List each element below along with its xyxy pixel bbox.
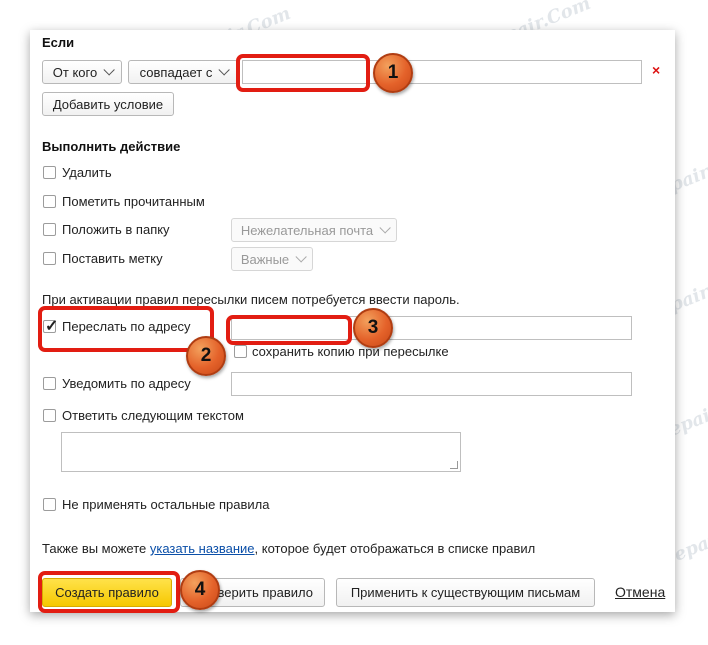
step-badge-1: 1 [373,53,413,93]
highlight-forward-address [226,315,352,345]
condition-operator-select[interactable]: совпадает с [128,60,238,84]
move-folder-checkbox[interactable] [43,223,56,236]
reply-label: Ответить следующим текстом [62,408,244,423]
step-badge-4: 4 [180,570,220,610]
notify-label: Уведомить по адресу [62,376,191,391]
chevron-down-icon [295,251,307,263]
folder-select[interactable]: Нежелательная почта [231,218,397,242]
forwarding-password-notice: При активации правил пересылки писем пот… [42,292,460,307]
rule-name-hint-suffix: , которое будет отображаться в списке пр… [254,541,536,556]
set-tag-label: Поставить метку [62,251,163,266]
set-tag-checkbox[interactable] [43,252,56,265]
set-name-link[interactable]: указать название [150,541,255,556]
no-other-rules-label: Не применять остальные правила [62,497,270,512]
highlight-forward-checkbox [38,306,214,352]
delete-checkbox[interactable] [43,166,56,179]
reply-textarea[interactable] [61,432,461,472]
step-badge-3: 3 [353,308,393,348]
notify-address-input[interactable] [231,372,632,396]
folder-select-value: Нежелательная почта [240,222,374,238]
notify-checkbox[interactable] [43,377,56,390]
cancel-link[interactable]: Отмена [615,584,665,600]
rule-name-hint: Также вы можете указать название, которо… [42,541,535,556]
condition-operator-value: совпадает с [139,64,213,80]
move-folder-label: Положить в папку [62,222,170,237]
highlight-condition-input [236,54,370,92]
resize-handle-icon[interactable] [450,461,458,469]
delete-label: Удалить [62,165,112,180]
remove-condition-icon[interactable]: × [652,62,660,78]
reply-checkbox[interactable] [43,409,56,422]
condition-field-value: От кого [52,64,98,80]
add-condition-button[interactable]: Добавить условие [42,92,174,116]
apply-to-existing-button[interactable]: Применить к существующим письмам [336,578,595,607]
condition-field-select[interactable]: От кого [42,60,122,84]
chevron-down-icon [379,222,391,234]
tag-select[interactable]: Важные [231,247,313,271]
check-rule-label: верить правило [217,585,313,600]
mark-read-label: Пометить прочитанным [62,194,205,209]
tag-select-value: Важные [240,251,290,267]
keep-copy-label: сохранить копию при пересылке [252,344,449,359]
chevron-down-icon [218,64,231,76]
actions-heading: Выполнить действие [42,139,181,154]
no-other-rules-checkbox[interactable] [43,498,56,511]
keep-copy-checkbox[interactable] [234,345,247,358]
chevron-down-icon [103,64,115,76]
mark-read-checkbox[interactable] [43,195,56,208]
rule-name-hint-prefix: Также вы можете [42,541,150,556]
highlight-create-button [38,571,180,613]
conditions-heading: Если [42,35,75,50]
step-badge-2: 2 [186,336,226,376]
